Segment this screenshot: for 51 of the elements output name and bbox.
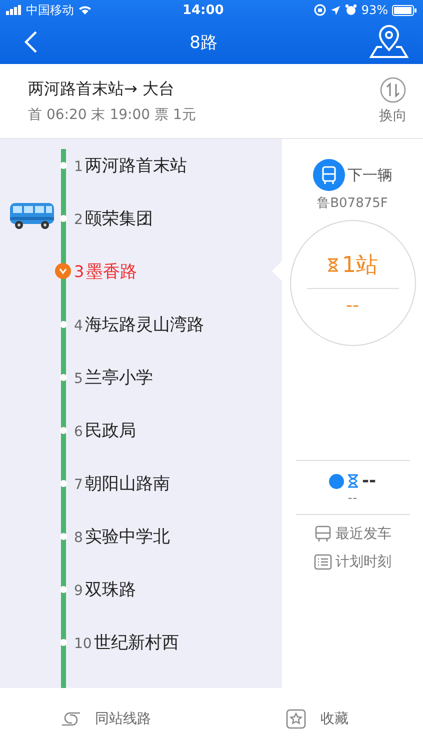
arrival-time: -- bbox=[348, 491, 358, 506]
stop-number: 4 bbox=[74, 318, 83, 334]
stop-number: 1 bbox=[74, 159, 83, 175]
arrival-time: -- bbox=[346, 295, 359, 316]
map-pin-icon[interactable] bbox=[368, 25, 409, 59]
stops-away: -- bbox=[362, 471, 376, 491]
bus-icon bbox=[312, 159, 344, 191]
recent-button[interactable]: 最近发车 bbox=[314, 525, 392, 543]
battery-percent: 93% bbox=[361, 3, 388, 17]
stop-number: 10 bbox=[74, 636, 92, 652]
same-stop-lines-button[interactable]: 同站线路 bbox=[0, 710, 212, 728]
plate-number: 鲁B07875F bbox=[317, 195, 388, 212]
stops-away: 1站 bbox=[342, 252, 378, 280]
list-icon bbox=[314, 554, 332, 570]
location-arrow-icon bbox=[330, 4, 342, 16]
stop-name[interactable]: 两河路首末站 bbox=[84, 154, 187, 177]
stop-name[interactable]: 兰亭小学 bbox=[84, 366, 153, 389]
next-bus-label: 下一辆 bbox=[348, 166, 392, 184]
page-title: 8路 bbox=[190, 32, 218, 54]
route-direction: 两河路首末站→ 大台 bbox=[28, 78, 176, 100]
stop-name[interactable]: 朝阳山路南 bbox=[84, 472, 170, 495]
signal-icon bbox=[6, 5, 22, 15]
stop-number: 3 bbox=[74, 262, 84, 281]
clock-time: 14:00 bbox=[182, 2, 224, 18]
carrier-name: 中国移动 bbox=[26, 2, 74, 18]
stop-number: 2 bbox=[74, 212, 83, 228]
stop-number: 8 bbox=[74, 530, 83, 546]
hourglass-icon bbox=[327, 258, 339, 272]
stop-name[interactable]: 墨香路 bbox=[86, 260, 138, 283]
loop-icon bbox=[60, 711, 81, 727]
stop-name[interactable]: 世纪新村西 bbox=[94, 631, 179, 654]
route-schedule: 首 06:20 末 19:00 票 1元 bbox=[28, 106, 197, 124]
stop-number: 7 bbox=[74, 477, 83, 493]
bus-icon bbox=[314, 525, 332, 543]
hourglass-icon bbox=[346, 474, 359, 488]
alarm-icon bbox=[345, 4, 358, 16]
back-icon[interactable] bbox=[24, 30, 38, 54]
battery-icon bbox=[392, 4, 417, 16]
stop-name[interactable]: 海坛路灵山湾路 bbox=[84, 313, 204, 336]
stop-number: 5 bbox=[74, 371, 83, 387]
schedule-button[interactable]: 计划时刻 bbox=[314, 553, 392, 571]
stop-name[interactable]: 双珠路 bbox=[84, 578, 136, 601]
stop-name[interactable]: 实验中学北 bbox=[84, 525, 170, 548]
bus-dot bbox=[328, 474, 344, 488]
favorite-button[interactable]: 收藏 bbox=[212, 709, 423, 729]
stop-name[interactable]: 民政局 bbox=[84, 419, 136, 442]
rotation-lock-icon bbox=[314, 4, 326, 16]
stop-name[interactable]: 颐荣集团 bbox=[84, 207, 153, 230]
wifi-icon bbox=[78, 5, 92, 15]
stop-number: 9 bbox=[74, 583, 83, 599]
stop-number: 6 bbox=[74, 424, 83, 440]
